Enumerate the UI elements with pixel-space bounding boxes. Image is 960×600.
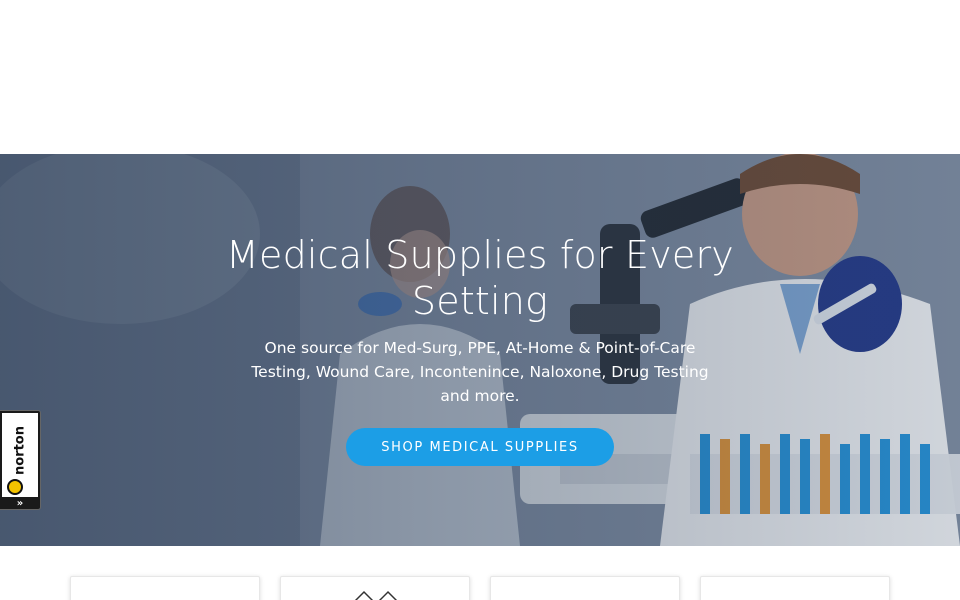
norton-check-icon: [7, 479, 23, 495]
shop-medical-supplies-button[interactable]: SHOP MEDICAL SUPPLIES: [346, 428, 614, 466]
hero-banner: Medical Supplies for Every Setting One s…: [0, 154, 960, 546]
category-icon: [354, 590, 398, 600]
norton-badge-panel: norton: [2, 413, 38, 497]
category-card[interactable]: [700, 576, 890, 600]
norton-shopping-guarantee-badge[interactable]: norton »: [0, 410, 41, 510]
norton-logo-text: norton: [12, 426, 28, 475]
hero-title: Medical Supplies for Every Setting: [226, 233, 734, 323]
expand-arrows-icon[interactable]: »: [0, 498, 40, 509]
hero-subtitle: One source for Med-Surg, PPE, At-Home & …: [251, 339, 709, 405]
category-card[interactable]: [490, 576, 680, 600]
category-cards-row: [0, 546, 960, 600]
category-card[interactable]: [280, 576, 470, 600]
header-area: [0, 0, 960, 154]
category-card[interactable]: [70, 576, 260, 600]
